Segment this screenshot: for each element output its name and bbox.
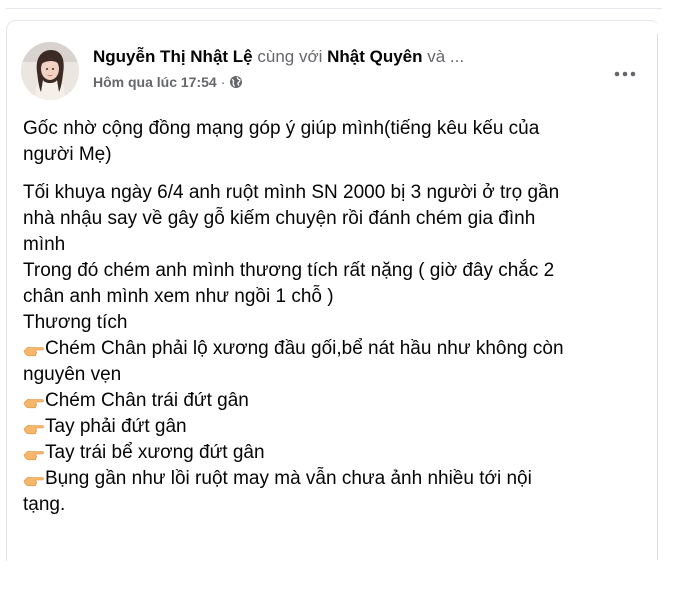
text-line: mình	[23, 234, 66, 255]
post-header: Nguyễn Thị Nhật Lệ cùng với Nhật Quyên v…	[21, 42, 641, 102]
with-text: cùng với	[257, 47, 323, 66]
post-body: Gốc nhờ cộng đồng mạng góp ý giúp mình(t…	[23, 116, 643, 518]
injury-continuation: nguyên vẹn	[23, 364, 122, 385]
pointing-hand-icon	[23, 391, 45, 409]
feed-divider	[6, 8, 662, 9]
post-meta: Hôm qua lúc 17:54 ·	[93, 73, 243, 91]
more-options-icon	[614, 71, 636, 77]
injury-text: Bụng gần như lồi ruột may mà vẫn chưa ản…	[45, 468, 532, 489]
screenshot-canvas: Nguyễn Thị Nhật Lệ cùng với Nhật Quyên v…	[0, 0, 678, 608]
injury-continuation: tạng.	[23, 494, 66, 515]
pointing-hand-icon	[23, 417, 45, 435]
injury-item: Chém Chân phải lộ xương đầu gối,bể nát h…	[23, 336, 643, 362]
more-options-button[interactable]	[607, 60, 643, 88]
text-line: chân anh mình xem như ngồi 1 chỗ )	[23, 286, 334, 307]
timestamp-link[interactable]: Hôm qua lúc 17:54	[93, 73, 217, 91]
text-line: Tối khuya ngày 6/4 anh ruột mình SN 2000…	[23, 182, 560, 203]
injury-item: Tay trái bể xương đứt gân	[23, 440, 643, 466]
card-edge	[657, 34, 658, 560]
injury-item: Bụng gần như lồi ruột may mà vẫn chưa ản…	[23, 466, 643, 492]
author-line: Nguyễn Thị Nhật Lệ cùng với Nhật Quyên v…	[93, 46, 464, 68]
author-name-link[interactable]: Nguyễn Thị Nhật Lệ	[93, 47, 253, 66]
avatar[interactable]	[21, 42, 79, 100]
text-line: Trong đó chém anh mình thương tích rất n…	[23, 260, 555, 281]
injury-text: Chém Chân phải lộ xương đầu gối,bể nát h…	[45, 338, 564, 359]
story-paragraph: Tối khuya ngày 6/4 anh ruột mình SN 2000…	[23, 180, 643, 518]
meta-separator: ·	[220, 74, 226, 90]
text-line: nhà nhậu say về gây gỗ kiếm chuyện rồi đ…	[23, 208, 536, 229]
injury-text: Chém Chân trái đứt gân	[45, 390, 249, 411]
and-more-link[interactable]: và ...	[427, 47, 464, 66]
pointing-hand-icon	[23, 469, 45, 487]
injury-text: Tay phải đứt gân	[45, 416, 187, 437]
globe-icon[interactable]	[229, 75, 243, 89]
injury-item: Chém Chân trái đứt gân	[23, 388, 643, 414]
intro-paragraph: Gốc nhờ cộng đồng mạng góp ý giúp mình(t…	[23, 116, 643, 168]
post-card: Nguyễn Thị Nhật Lệ cùng với Nhật Quyên v…	[6, 20, 659, 561]
text-line: Gốc nhờ cộng đồng mạng góp ý giúp mình(t…	[23, 118, 540, 139]
pointing-hand-icon	[23, 339, 45, 357]
text-line: Thương tích	[23, 312, 128, 333]
injury-text: Tay trái bể xương đứt gân	[45, 442, 265, 463]
pointing-hand-icon	[23, 443, 45, 461]
tagged-name-link[interactable]: Nhật Quyên	[327, 47, 422, 66]
text-line: người Mẹ)	[23, 144, 112, 165]
injury-item: Tay phải đứt gân	[23, 414, 643, 440]
